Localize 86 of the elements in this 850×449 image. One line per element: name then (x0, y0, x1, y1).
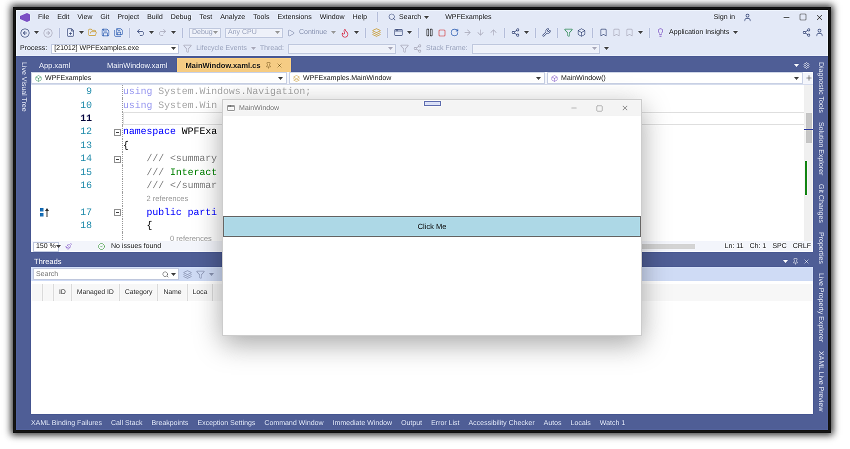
filter-icon (400, 44, 409, 53)
box-icon[interactable] (577, 28, 586, 37)
debug-toolbar-icon[interactable] (424, 101, 441, 106)
search-icon (388, 13, 396, 21)
share-icon (412, 44, 422, 53)
caret-icon (171, 47, 176, 50)
caret-icon (34, 31, 39, 34)
line-number: 18 (79, 220, 92, 232)
play-icon (287, 28, 295, 36)
caret-icon (171, 272, 176, 276)
collapse-icon[interactable] (114, 128, 120, 136)
line-number: 14 (79, 153, 92, 164)
caret-icon (275, 31, 280, 34)
close-icon[interactable] (815, 12, 824, 22)
search-icon (162, 270, 169, 278)
line-number: 9 (85, 86, 92, 98)
caret-icon (278, 76, 283, 80)
code-line: using System.Win (123, 100, 218, 111)
caret-icon (733, 31, 738, 34)
caret-icon (794, 76, 799, 80)
restart-icon[interactable] (450, 28, 460, 37)
code-line: /// <summary (146, 153, 218, 164)
project-icon (35, 74, 42, 82)
save-icon[interactable] (101, 28, 110, 37)
inheritance-icon[interactable] (40, 208, 50, 217)
caret-icon (213, 31, 218, 34)
caret-icon (592, 47, 597, 50)
share-icon[interactable] (511, 28, 520, 37)
code-line: /// Interact (146, 166, 218, 178)
undo-icon[interactable] (136, 28, 145, 37)
caret-icon (638, 31, 644, 34)
code-line: { (123, 140, 129, 151)
line-number: 11 (79, 112, 92, 124)
stop-icon[interactable] (438, 28, 446, 36)
caret-icon (388, 47, 393, 50)
collapse-icon[interactable] (114, 209, 120, 216)
caret-icon (424, 16, 430, 18)
add-icon[interactable] (805, 74, 813, 82)
share-icon[interactable] (802, 28, 811, 37)
code-line: namespace WPFExa (123, 126, 218, 138)
app-logo-icon (20, 12, 30, 22)
person-icon[interactable] (743, 12, 752, 22)
line-number: 15 (79, 166, 92, 178)
check-icon (98, 243, 105, 250)
caret-icon (250, 47, 256, 50)
wrench-icon[interactable] (542, 28, 552, 37)
line-number: 10 (79, 100, 92, 111)
settings-icon[interactable] (803, 62, 810, 68)
code-line: using System.Windows.Navigation; (123, 86, 312, 98)
save-all-icon[interactable] (114, 28, 123, 37)
caret-icon (407, 31, 412, 34)
caret-icon (149, 31, 154, 34)
caret-icon (331, 31, 336, 34)
caret-icon (354, 31, 360, 34)
person-icon[interactable] (815, 28, 824, 37)
caret-icon (783, 260, 788, 263)
caret-icon (794, 64, 799, 66)
method-icon (551, 74, 558, 82)
caret-icon (56, 245, 61, 248)
caret-icon (524, 31, 530, 34)
caret-icon (209, 272, 214, 276)
line-number: 16 (79, 180, 92, 191)
caret-icon (79, 31, 84, 34)
line-number: 13 (79, 140, 92, 151)
window-icon (227, 104, 235, 112)
back-icon[interactable] (20, 28, 30, 38)
pause-icon[interactable] (425, 28, 434, 37)
pin-icon[interactable] (264, 62, 272, 68)
line-number: 17 (79, 206, 92, 218)
maximize-icon[interactable] (596, 104, 603, 112)
caret-icon (171, 31, 176, 34)
code-line: public parti (146, 206, 218, 218)
line-number: 12 (79, 126, 92, 138)
lightbulb-icon (656, 28, 666, 37)
filter-icon (183, 44, 192, 53)
flame-icon[interactable] (340, 28, 350, 38)
collapse-icon[interactable] (114, 156, 120, 163)
new-file-icon[interactable] (66, 28, 75, 37)
code-line: { (146, 220, 152, 232)
filter-icon[interactable] (564, 28, 574, 37)
scrollbar-drawing[interactable] (804, 85, 813, 241)
maximize-icon[interactable] (799, 13, 807, 21)
code-line: /// </summar (146, 180, 218, 191)
caret-icon (536, 76, 541, 80)
window-icon[interactable] (394, 28, 404, 37)
caret-icon (604, 47, 609, 50)
